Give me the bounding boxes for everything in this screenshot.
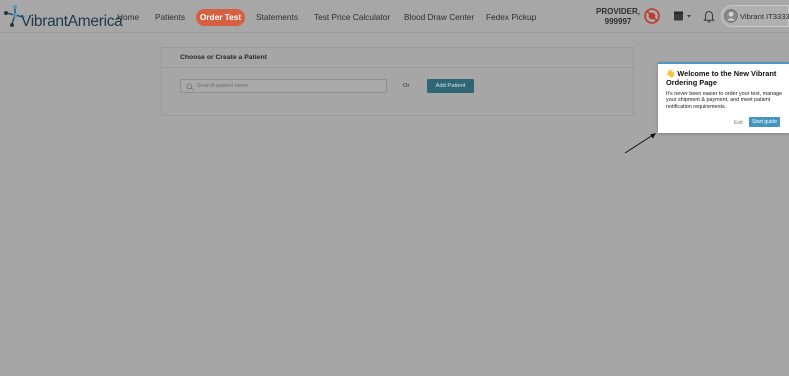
nav-home[interactable]: Home — [117, 12, 139, 22]
provider-label: PROVIDER, — [595, 7, 640, 16]
nav-statements[interactable]: Statements — [256, 12, 298, 22]
provider-info: PROVIDER, 999997 — [595, 7, 641, 27]
nav-test-price-calculator[interactable]: Test Price Calculator — [314, 12, 390, 22]
bell-icon[interactable] — [703, 10, 715, 23]
popup-title-row: 👋 Welcome to the New Vibrant Ordering Pa… — [666, 69, 784, 87]
waving-hand-icon: 👋 — [666, 69, 676, 78]
no-entry-icon[interactable] — [644, 8, 660, 24]
start-guide-button[interactable]: Start guide — [749, 117, 780, 127]
nav-order-test[interactable]: Order Test — [196, 9, 245, 26]
avatar-icon — [724, 9, 738, 23]
calendar-icon[interactable] — [673, 10, 693, 22]
top-header: VibrantAmerica Home Patients Order Test … — [0, 0, 789, 33]
card-header: Choose or Create a Patient — [162, 48, 633, 68]
pointer-arrow-icon — [624, 133, 656, 154]
choose-patient-card: Choose or Create a Patient Or Add Patien… — [161, 47, 634, 116]
provider-id: 999997 — [604, 17, 632, 26]
or-label: Or — [403, 83, 410, 89]
nav-patients[interactable]: Patients — [155, 12, 185, 22]
card-title: Choose or Create a Patient — [180, 54, 267, 61]
exit-button[interactable]: Exit — [734, 120, 743, 126]
welcome-popup: 👋 Welcome to the New Vibrant Ordering Pa… — [658, 62, 789, 133]
nav-fedex-pickup[interactable]: Fedex Pickup — [486, 12, 536, 22]
patient-search-box[interactable] — [180, 79, 387, 93]
add-patient-button[interactable]: Add Patient — [427, 79, 474, 93]
search-icon — [186, 83, 194, 91]
user-menu[interactable]: Vibrant IT3333 — [721, 5, 789, 27]
patient-search-input[interactable] — [197, 80, 383, 92]
popup-body: It's never been easier to order your tes… — [666, 91, 783, 110]
nav-blood-draw-center[interactable]: Blood Draw Center — [404, 12, 474, 22]
user-name: Vibrant IT3333 — [740, 12, 789, 21]
popup-title: Welcome to the New Vibrant Ordering Page — [666, 69, 777, 87]
vibrant-logo[interactable]: VibrantAmerica — [3, 4, 123, 31]
logo-text: VibrantAmerica — [21, 13, 123, 30]
caret-down-icon — [687, 15, 691, 18]
